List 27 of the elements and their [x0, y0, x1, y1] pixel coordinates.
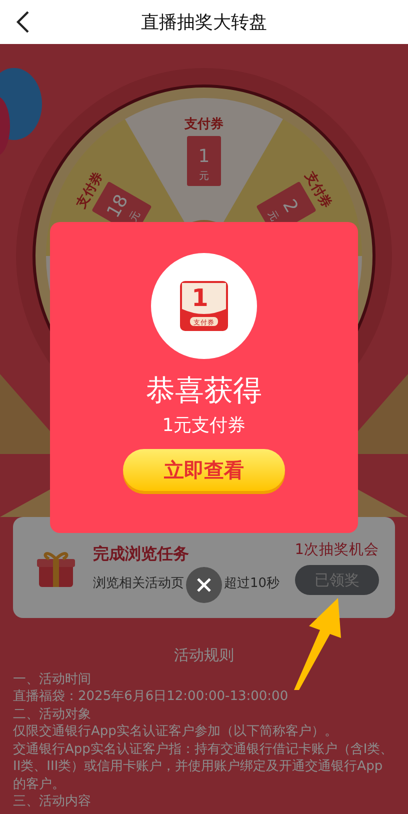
segment-amount: 1	[198, 146, 210, 167]
task-description: 超过10秒	[224, 576, 280, 591]
prize-name: 1元支付券	[162, 414, 246, 436]
rule-text: 仅限交通银行App实名认证客户参加（以下简称客户）。	[13, 723, 338, 740]
segment-unit: 元	[199, 171, 209, 182]
coupon-amount: 1	[192, 284, 208, 312]
reward-text: 1次抽奖机会	[294, 540, 379, 560]
back-icon[interactable]	[16, 11, 30, 33]
segment-label: 支付券	[184, 117, 224, 132]
rule-text: 三、活动内容	[13, 793, 92, 810]
segment-label: 支付券	[74, 170, 106, 211]
segment-label: 支付券	[302, 170, 334, 211]
rule-text: 一、活动时间	[13, 670, 92, 688]
rule-text: 二、活动对象	[13, 706, 92, 723]
rule-text: 直播福袋：2025年6月6日12:00:00-13:00:00	[13, 688, 290, 706]
segment-unit: 元	[128, 209, 142, 224]
dialog-title: 恭喜获得	[146, 373, 262, 407]
task-description: 浏览相关活动页	[93, 576, 184, 591]
task-title: 完成浏览任务	[93, 542, 190, 565]
segment-unit: 元	[266, 209, 280, 224]
page-title: 直播抽奖大转盘	[141, 10, 267, 34]
view-now-button[interactable]: 立即查看	[123, 448, 285, 491]
rules-title: 活动规则	[174, 646, 234, 664]
segment-amount: 2	[278, 196, 302, 216]
ticket-background	[187, 136, 221, 186]
close-icon	[196, 577, 212, 593]
rule-text: 交通银行App实名认证客户指：持有交通银行借记卡账户（含I类、II类、III类）或信用卡账户，并使用账户绑定及开通交通银行App的客户。	[13, 740, 394, 793]
